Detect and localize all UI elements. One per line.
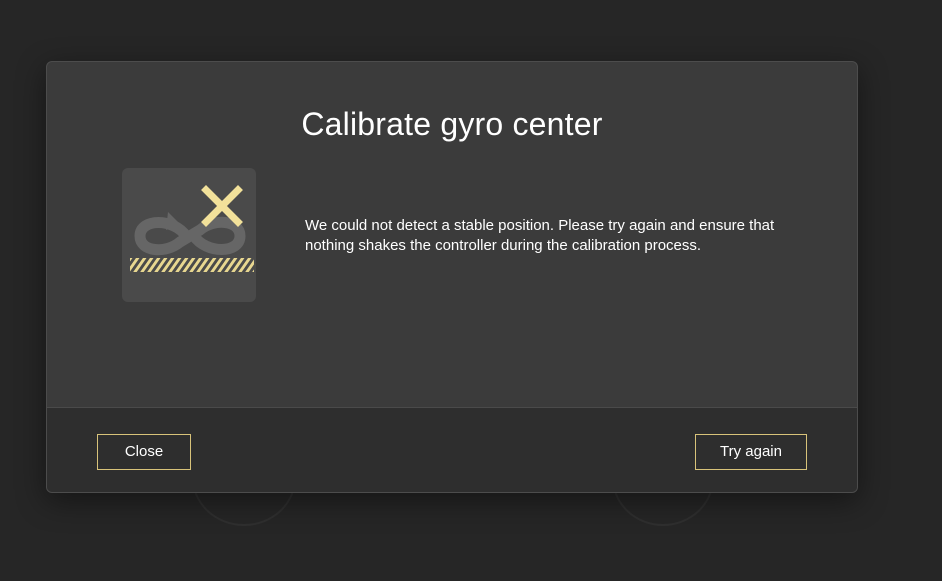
dialog-title: Calibrate gyro center — [47, 106, 857, 143]
dialog-footer: Close Try again — [47, 407, 857, 492]
dialog-title-text: Calibrate gyro center — [301, 106, 603, 142]
gyro-infinity-icon — [130, 185, 254, 272]
dialog-message: We could not detect a stable position. P… — [305, 217, 775, 254]
gyro-calibration-failed-icon — [122, 168, 256, 302]
calibration-dialog: Calibrate gyro center We could not detec… — [46, 61, 858, 493]
try-again-button[interactable]: Try again — [695, 434, 807, 470]
close-button[interactable]: Close — [97, 434, 191, 470]
